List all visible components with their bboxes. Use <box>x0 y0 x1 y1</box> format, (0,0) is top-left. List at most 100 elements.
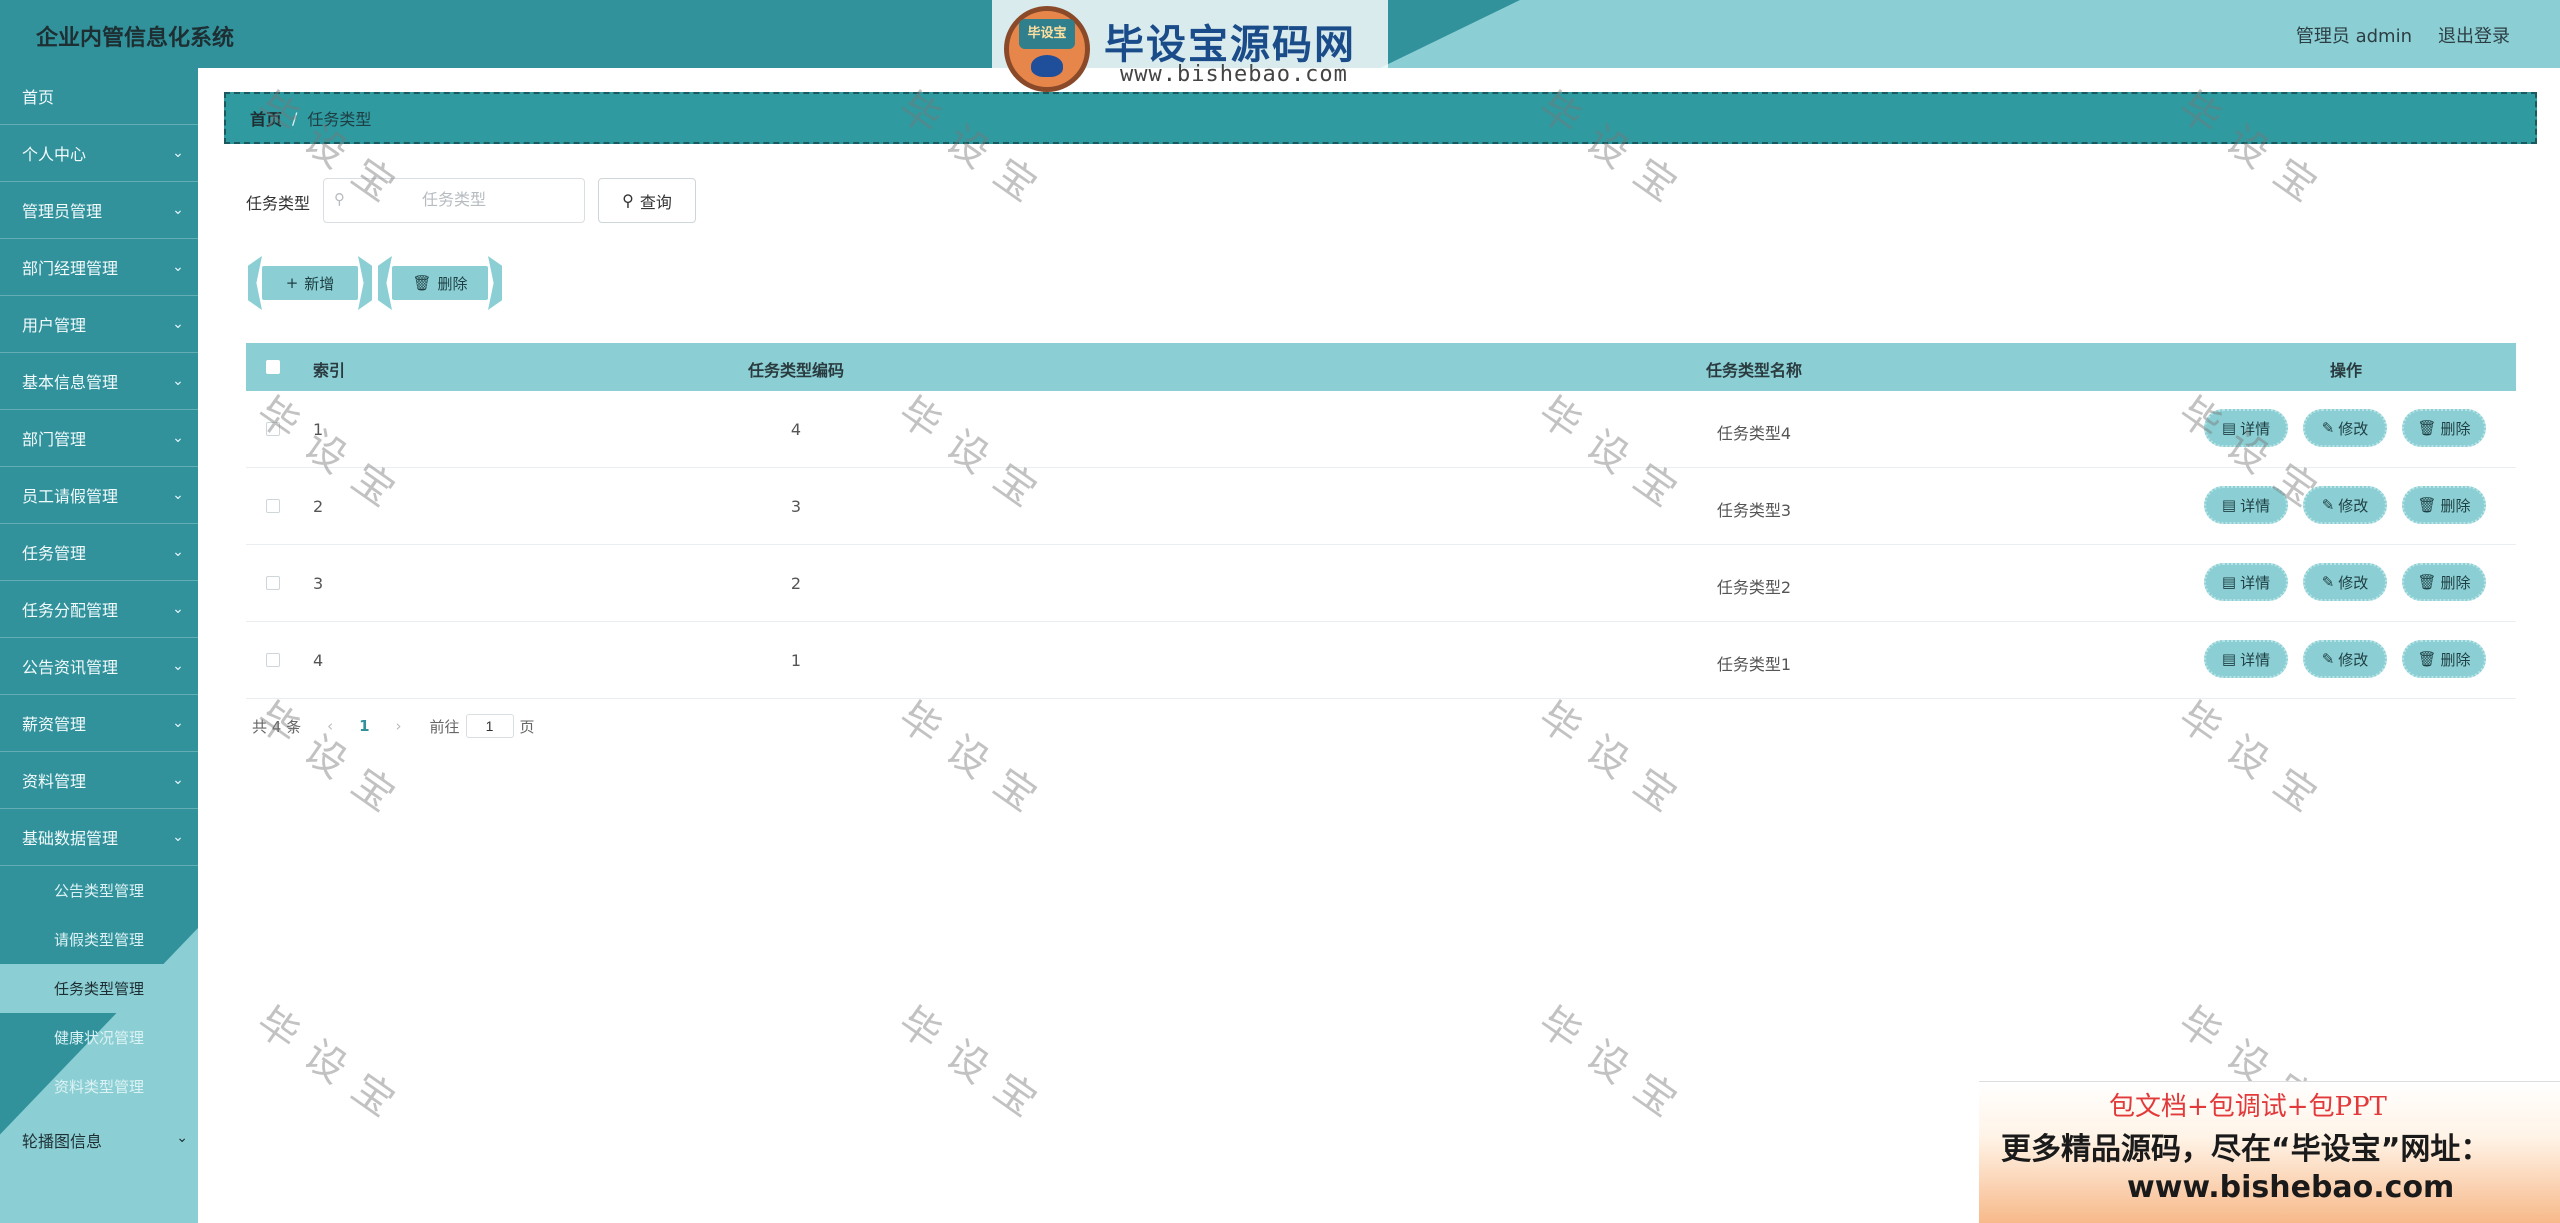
pencil-icon: ✎ <box>2321 419 2335 437</box>
table-row: 3 2 任务类型2 ▤ 详情 ✎ 修改 🗑 删除 <box>246 545 2516 622</box>
delete-button[interactable]: 🗑 删除 <box>2402 640 2486 678</box>
delete-button[interactable]: 🗑 删除 <box>2402 563 2486 601</box>
cell-code: 1 <box>790 651 802 670</box>
breadcrumb-home[interactable]: 首页 <box>250 106 282 130</box>
cell-index: 4 <box>313 651 324 670</box>
row-checkbox[interactable] <box>266 653 280 667</box>
detail-button[interactable]: ▤ 详情 <box>2204 563 2288 601</box>
sidebar-item[interactable]: 任务管理 ⌄ <box>0 524 198 581</box>
detail-button-label: 详情 <box>2240 496 2271 515</box>
sidebar-item[interactable]: 首页 <box>0 68 198 125</box>
chevron-down-icon: ⌄ <box>176 1130 188 1146</box>
logo-mascot-face <box>1031 55 1063 77</box>
pencil-icon: ✎ <box>2321 496 2335 514</box>
document-icon: ▤ <box>2221 573 2237 591</box>
detail-button-label: 详情 <box>2240 573 2271 592</box>
search-icon: ⚲ <box>334 190 345 208</box>
row-checkbox[interactable] <box>266 422 280 436</box>
watermark-text: 毕设宝 <box>1530 998 1700 1137</box>
edit-button[interactable]: ✎ 修改 <box>2303 409 2387 447</box>
sidebar-item-label: 薪资管理 <box>22 715 87 734</box>
delete-button[interactable]: 🗑 删除 <box>2402 486 2486 524</box>
search-input[interactable] <box>323 178 585 223</box>
detail-button-label: 详情 <box>2240 650 2271 669</box>
header-ops: 操作 <box>2329 361 2362 380</box>
sidebar-subitem[interactable]: 健康状况管理 <box>0 1013 198 1062</box>
prev-page-icon[interactable]: ‹ <box>327 717 333 735</box>
sidebar-item-label: 用户管理 <box>22 316 87 335</box>
add-button[interactable]: + 新增 <box>262 266 358 300</box>
cell-index: 1 <box>313 420 324 439</box>
cell-name: 任务类型1 <box>1716 655 1792 674</box>
delete-button[interactable]: 🗑 删除 <box>2402 409 2486 447</box>
sidebar-item-label: 资料管理 <box>22 772 87 791</box>
chevron-down-icon: ⌄ <box>172 715 184 731</box>
edit-button[interactable]: ✎ 修改 <box>2303 486 2387 524</box>
sidebar-item[interactable]: 部门管理 ⌄ <box>0 410 198 467</box>
header-code: 任务类型编码 <box>747 361 844 380</box>
edit-button-label: 修改 <box>2338 496 2369 515</box>
sidebar-item[interactable]: 资料管理 ⌄ <box>0 752 198 809</box>
sidebar-subitem[interactable]: 请假类型管理 <box>0 915 198 964</box>
sidebar-subitem[interactable]: 任务类型管理 <box>0 964 198 1013</box>
app-title: 企业内管信息化系统 <box>36 26 235 51</box>
page-suffix: 页 <box>519 717 535 736</box>
row-checkbox[interactable] <box>266 576 280 590</box>
detail-button[interactable]: ▤ 详情 <box>2204 486 2288 524</box>
page-number[interactable]: 1 <box>359 717 369 735</box>
edit-button-label: 修改 <box>2338 573 2369 592</box>
goto-page-input[interactable] <box>465 714 514 738</box>
query-button-label: 查询 <box>639 192 672 212</box>
pencil-icon: ✎ <box>2321 573 2335 591</box>
logout-link[interactable]: 退出登录 <box>2438 22 2510 48</box>
batch-delete-button[interactable]: 🗑 删除 <box>392 266 488 300</box>
watermark-text: 毕设宝 <box>248 998 418 1137</box>
sidebar: 首页 个人中心 ⌄ 管理员管理 ⌄ 部门经理管理 ⌄ 用户管理 ⌄ 基本信息管理 ⌄ 部门管理 ⌄ 员工请… <box>0 68 198 1223</box>
add-button-label: 新增 <box>304 274 335 293</box>
trash-icon: 🗑 <box>2417 419 2437 437</box>
goto-label: 前往 <box>429 717 460 736</box>
sidebar-item[interactable]: 用户管理 ⌄ <box>0 296 198 353</box>
sidebar-item-carousel[interactable]: 轮播图信息 ⌄ <box>0 1111 198 1169</box>
breadcrumb-separator: / <box>292 108 298 128</box>
watermark-text: 毕设宝 <box>248 693 418 832</box>
edit-button-label: 修改 <box>2338 650 2369 669</box>
cell-name: 任务类型4 <box>1716 424 1792 443</box>
chevron-down-icon: ⌄ <box>172 259 184 275</box>
delete-button-label: 删除 <box>2440 650 2471 669</box>
row-checkbox[interactable] <box>266 499 280 513</box>
search-label: 任务类型 <box>246 194 311 213</box>
sidebar-item[interactable]: 基本信息管理 ⌄ <box>0 353 198 410</box>
detail-button[interactable]: ▤ 详情 <box>2204 640 2288 678</box>
table-row: 4 1 任务类型1 ▤ 详情 ✎ 修改 🗑 删除 <box>246 622 2516 699</box>
logo-badge-text: 毕设宝 <box>1019 19 1075 49</box>
sidebar-item[interactable]: 个人中心 ⌄ <box>0 125 198 182</box>
site-logo-watermark: 毕设宝 毕设宝源码网 www.bishebao.com <box>992 0 1388 102</box>
edit-button[interactable]: ✎ 修改 <box>2303 563 2387 601</box>
header-name: 任务类型名称 <box>1705 361 1802 380</box>
logo-mascot-icon: 毕设宝 <box>1004 6 1090 92</box>
sidebar-subitem[interactable]: 资料类型管理 <box>0 1062 198 1111</box>
ad-banner[interactable]: 包文档+包调试+包PPT 更多精品源码，尽在“毕设宝”网址： www.bishe… <box>1979 1081 2560 1223</box>
next-page-icon[interactable]: › <box>396 717 402 735</box>
sidebar-item[interactable]: 管理员管理 ⌄ <box>0 182 198 239</box>
sidebar-item-label: 任务管理 <box>22 544 87 563</box>
table-row: 1 4 任务类型4 ▤ 详情 ✎ 修改 🗑 删除 <box>246 391 2516 468</box>
sidebar-item[interactable]: 基础数据管理 ⌄ <box>0 809 198 866</box>
sidebar-item-label: 基础数据管理 <box>22 829 119 848</box>
sidebar-subitem[interactable]: 公告类型管理 <box>0 866 198 915</box>
sidebar-item[interactable]: 员工请假管理 ⌄ <box>0 467 198 524</box>
edit-button[interactable]: ✎ 修改 <box>2303 640 2387 678</box>
detail-button[interactable]: ▤ 详情 <box>2204 409 2288 447</box>
delete-button-label: 删除 <box>2440 419 2471 438</box>
document-icon: ▤ <box>2221 419 2237 437</box>
cell-code: 3 <box>790 497 802 516</box>
sidebar-item[interactable]: 任务分配管理 ⌄ <box>0 581 198 638</box>
sidebar-item[interactable]: 公告资讯管理 ⌄ <box>0 638 198 695</box>
table-row: 2 3 任务类型3 ▤ 详情 ✎ 修改 🗑 删除 <box>246 468 2516 545</box>
query-button[interactable]: ⚲ 查询 <box>598 178 696 223</box>
select-all-checkbox[interactable] <box>266 360 280 374</box>
sidebar-item[interactable]: 部门经理管理 ⌄ <box>0 239 198 296</box>
sidebar-item[interactable]: 薪资管理 ⌄ <box>0 695 198 752</box>
ad-line-1: 包文档+包调试+包PPT <box>2109 1092 2387 1122</box>
